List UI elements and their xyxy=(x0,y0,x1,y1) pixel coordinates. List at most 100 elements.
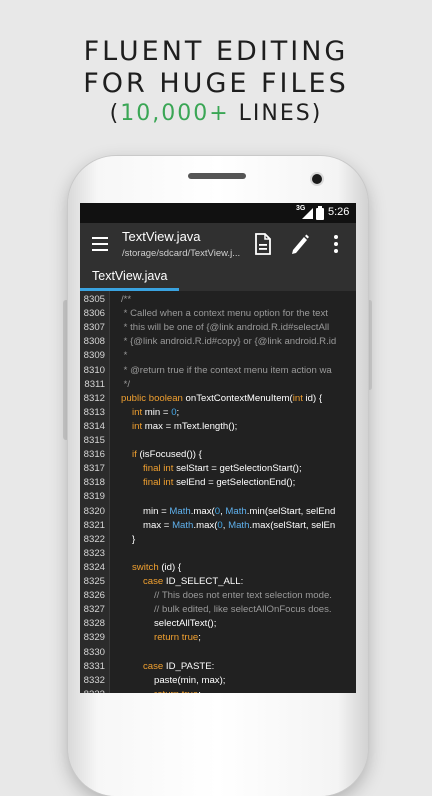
code-text: return true; xyxy=(154,631,201,645)
line-number: 8305 xyxy=(83,294,105,305)
line-number: 8317 xyxy=(83,463,105,475)
code-token: .max( xyxy=(193,519,218,531)
code-token: onTextContextMenuItem( xyxy=(185,392,293,404)
code-token: * @return true if the context menu item … xyxy=(121,364,332,376)
headline-paren-open: ( xyxy=(109,101,121,126)
code-line: 8318 final int selEnd = getSelectionEnd()… xyxy=(80,476,356,490)
code-line: 8320 min = Math.max(0, Math.min(selStart,… xyxy=(80,505,356,519)
status-time: 5:26 xyxy=(328,206,350,218)
code-token: case xyxy=(143,576,164,587)
code-line: 8321 max = Math.max(0, Math.max(selStart,… xyxy=(80,519,356,533)
code-line: 8333 return true; xyxy=(80,688,356,693)
code-line: 8314 int max = mText.length(); xyxy=(80,420,356,434)
headline-line-3: (10,000+ LINES) xyxy=(0,100,432,128)
line-number: 8307 xyxy=(83,322,105,334)
line-number: 8324 xyxy=(83,561,105,573)
code-line: 8313 int min = 0; xyxy=(80,406,356,420)
line-number: 8330 xyxy=(83,646,105,658)
code-token: int xyxy=(132,420,143,432)
code-line: 8322} xyxy=(80,533,356,547)
code-text: int max = mText.length(); xyxy=(132,420,237,434)
code-line: 8323 xyxy=(80,547,356,561)
line-number: 8326 xyxy=(83,590,105,602)
code-line: 8311 */ xyxy=(80,378,356,392)
phone-screen: 3G 5:26 TextView.java /storage/sdcard/Te… xyxy=(80,203,356,693)
code-token: ; xyxy=(198,689,201,693)
code-line: 8305 /** xyxy=(80,293,356,307)
line-number: 8329 xyxy=(83,632,105,644)
line-number: 8312 xyxy=(83,392,105,404)
line-number: 8315 xyxy=(83,435,105,446)
code-token: } xyxy=(132,533,136,545)
code-line: 8328 selectAllText(); xyxy=(80,617,356,631)
code-token: ; xyxy=(176,406,180,418)
code-token: ID_SELECT_ALL: xyxy=(163,576,244,587)
line-number: 8331 xyxy=(83,660,105,672)
line-number: 8314 xyxy=(83,420,105,432)
code-editor[interactable]: 8305 /** 8306 * Called when a context menu… xyxy=(80,291,356,693)
line-number: 8310 xyxy=(83,364,105,376)
code-line: 8312 public boolean onTextContextMenuItem… xyxy=(80,392,356,406)
headline-line-1: FLUENT EDITING xyxy=(83,36,349,67)
code-token: // bulk edited, like selectAllOnFocus do… xyxy=(154,604,332,616)
front-camera xyxy=(312,174,322,184)
code-token: paste(min, max); xyxy=(154,674,226,686)
code-token: * xyxy=(121,350,128,362)
code-token: min = xyxy=(143,505,170,517)
code-token: */ xyxy=(121,378,131,390)
code-line: 8315 xyxy=(80,434,356,448)
code-text: final int selStart = getSelectionStart()… xyxy=(143,462,302,476)
code-token: * Called when a context menu option for … xyxy=(121,308,328,320)
code-text: case ID_SELECT_ALL: xyxy=(143,575,243,589)
code-token: .min(selStart, selEnd xyxy=(246,505,336,517)
code-text: * xyxy=(121,349,128,363)
app-bar: TextView.java /storage/sdcard/TextView.j… xyxy=(80,223,356,267)
code-token: int xyxy=(132,406,143,418)
pencil-icon[interactable] xyxy=(290,233,310,255)
code-text: // This does not enter text selection mo… xyxy=(154,589,332,603)
code-text: min = Math.max(0, Math.min(selStart, sel… xyxy=(143,505,335,519)
code-line: 8324 switch (id) { xyxy=(80,561,356,575)
code-line: 8327 // bulk edited, like selectAllOnFocu… xyxy=(80,603,356,617)
code-token: final int xyxy=(143,477,174,489)
code-line: 8316 if (isFocused()) { xyxy=(80,448,356,462)
code-token: case xyxy=(143,660,164,672)
file-title: TextView.java xyxy=(122,229,201,244)
line-number: 8319 xyxy=(83,491,105,503)
code-token: return true xyxy=(154,632,199,644)
code-token: Math xyxy=(169,505,191,517)
code-token: .max(selStart, selEn xyxy=(249,519,336,531)
code-text: int min = 0; xyxy=(132,406,179,420)
line-number: 8313 xyxy=(83,406,105,418)
headline-accent: 10,000+ xyxy=(120,101,230,126)
file-path: /storage/sdcard/TextView.j... xyxy=(122,248,241,259)
code-token: final int xyxy=(143,463,174,475)
line-number: 8316 xyxy=(83,449,105,461)
code-token: min = xyxy=(142,406,172,418)
line-number: 8306 xyxy=(83,308,105,320)
code-text: max = Math.max(0, Math.max(selStart, sel… xyxy=(143,519,335,533)
code-token: Math xyxy=(228,519,250,531)
file-icon[interactable] xyxy=(254,233,272,255)
code-text: * Called when a context menu option for … xyxy=(121,307,328,321)
code-line: 8319 xyxy=(80,490,356,504)
headline-line-2: FOR HUGE FILES xyxy=(83,68,349,99)
more-vert-icon[interactable] xyxy=(333,235,339,255)
code-text: * @return true if the context menu item … xyxy=(121,364,332,378)
code-token: max = mText.length(); xyxy=(142,420,238,432)
code-line: 8308 * {@link android.R.id#copy} or {@li… xyxy=(80,335,356,349)
code-token: max = xyxy=(143,519,173,531)
code-token: return true xyxy=(154,689,198,693)
code-text: switch (id) { xyxy=(132,561,181,575)
code-text: final int selEnd = getSelectionEnd(); xyxy=(143,476,295,490)
code-token: selEnd = getSelectionEnd(); xyxy=(173,477,296,489)
code-token: switch xyxy=(132,561,159,573)
code-token: .max( xyxy=(190,505,215,517)
line-number: 8308 xyxy=(83,336,105,348)
code-token: selStart = getSelectionStart(); xyxy=(173,463,302,475)
code-token: public boolean xyxy=(121,392,186,404)
code-line: 8307 * this will be one of {@link androi… xyxy=(80,321,356,335)
code-line: 8306 * Called when a context menu option… xyxy=(80,307,356,321)
hamburger-icon[interactable] xyxy=(92,237,108,251)
status-bar: 3G 5:26 xyxy=(80,203,356,223)
